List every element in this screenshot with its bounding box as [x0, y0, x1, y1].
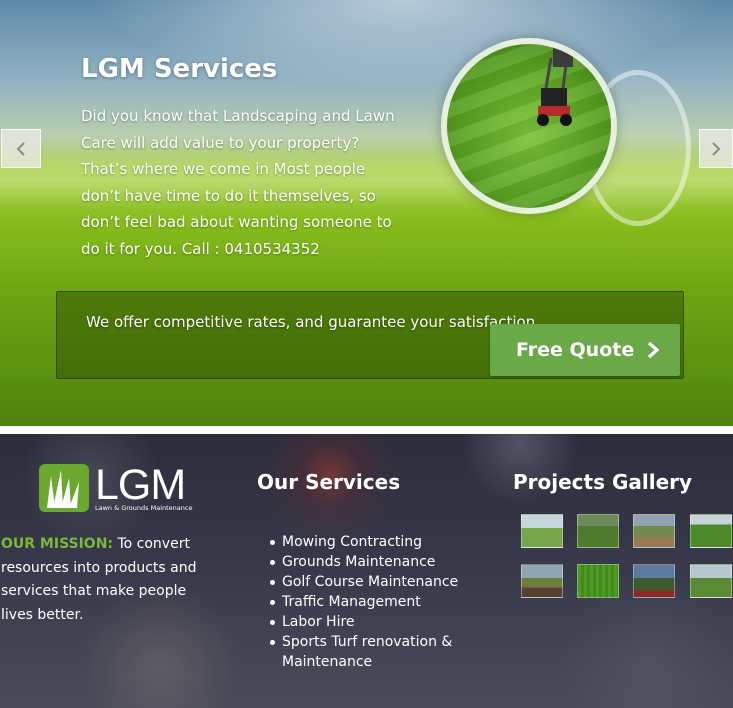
list-item[interactable]: Traffic Management: [270, 592, 470, 612]
gallery-thumbnail[interactable]: [690, 564, 732, 598]
list-item[interactable]: Labor Hire: [270, 612, 470, 632]
hero-title: LGM Services: [81, 54, 278, 84]
mission-statement: OUR MISSION: To convert resources into p…: [1, 533, 216, 627]
bullet-icon: [270, 580, 275, 585]
gallery-thumbnail[interactable]: [577, 564, 619, 598]
bullet-icon: [270, 540, 275, 545]
chevron-right-icon: [646, 341, 660, 359]
free-quote-label: Free Quote: [516, 339, 635, 361]
list-item[interactable]: Mowing Contracting: [270, 532, 470, 552]
slider-next-button[interactable]: [699, 129, 733, 168]
gallery-thumbnail[interactable]: [633, 514, 675, 548]
services-list: Mowing Contracting Grounds Maintenance G…: [270, 532, 470, 672]
gallery-thumbnail[interactable]: [521, 564, 563, 598]
services-heading: Our Services: [257, 470, 401, 494]
bullet-icon: [270, 620, 275, 625]
bullet-icon: [270, 600, 275, 605]
quote-banner-text: We offer competitive rates, and guarante…: [86, 313, 540, 331]
slider-prev-button[interactable]: [1, 129, 41, 168]
lawn-mower-photo: [441, 38, 617, 214]
chevron-right-icon: [712, 141, 721, 156]
list-item[interactable]: Grounds Maintenance: [270, 552, 470, 572]
bullet-icon: [270, 560, 275, 565]
logo-tagline: Lawn & Grounds Maintenance: [95, 504, 193, 512]
logo-text: LGM: [95, 461, 186, 509]
free-quote-button[interactable]: Free Quote: [490, 324, 680, 376]
mission-label: OUR MISSION:: [1, 536, 114, 552]
gallery-thumbnail[interactable]: [577, 514, 619, 548]
gallery-thumbnail[interactable]: [690, 514, 732, 548]
list-item[interactable]: Sports Turf renovation & Maintenance: [270, 632, 470, 672]
list-item[interactable]: Golf Course Maintenance: [270, 572, 470, 592]
lgm-logo[interactable]: LGM Lawn & Grounds Maintenance: [39, 461, 205, 512]
chevron-left-icon: [16, 141, 25, 156]
hero-slider: LGM Services Did you know that Landscapi…: [0, 0, 733, 426]
bullet-icon: [270, 640, 275, 645]
gallery-heading: Projects Gallery: [513, 470, 693, 494]
footer: LGM Lawn & Grounds Maintenance OUR MISSI…: [0, 434, 733, 708]
gallery-thumbnail[interactable]: [633, 564, 675, 598]
grass-logo-icon: [39, 464, 89, 512]
hero-description: Did you know that Landscaping and Lawn C…: [81, 107, 395, 258]
gallery-thumbnail[interactable]: [521, 514, 563, 548]
